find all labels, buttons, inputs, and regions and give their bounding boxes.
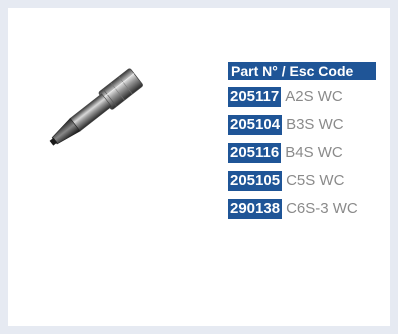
esc-code: C6S-3 WC bbox=[286, 200, 358, 217]
part-row: 205104 B3S WC bbox=[228, 114, 396, 136]
part-number: 205116 bbox=[228, 143, 282, 163]
part-list-header: Part N° / Esc Code bbox=[228, 62, 376, 80]
part-list: Part N° / Esc Code 205117 A2S WC 205104 … bbox=[228, 62, 396, 220]
part-row: 205116 B4S WC bbox=[228, 142, 396, 164]
esc-code: B3S WC bbox=[286, 116, 344, 133]
esc-code: A2S WC bbox=[285, 88, 343, 105]
product-image bbox=[49, 68, 143, 146]
part-row: 205117 A2S WC bbox=[228, 86, 396, 108]
part-number: 205117 bbox=[228, 87, 282, 107]
part-row: 205105 C5S WC bbox=[228, 170, 396, 192]
part-number: 205104 bbox=[228, 115, 283, 135]
esc-code: B4S WC bbox=[285, 144, 343, 161]
part-row: 290138 C6S-3 WC bbox=[228, 198, 396, 220]
part-number: 205105 bbox=[228, 171, 283, 191]
esc-code: C5S WC bbox=[286, 172, 345, 189]
part-number: 290138 bbox=[228, 199, 283, 219]
